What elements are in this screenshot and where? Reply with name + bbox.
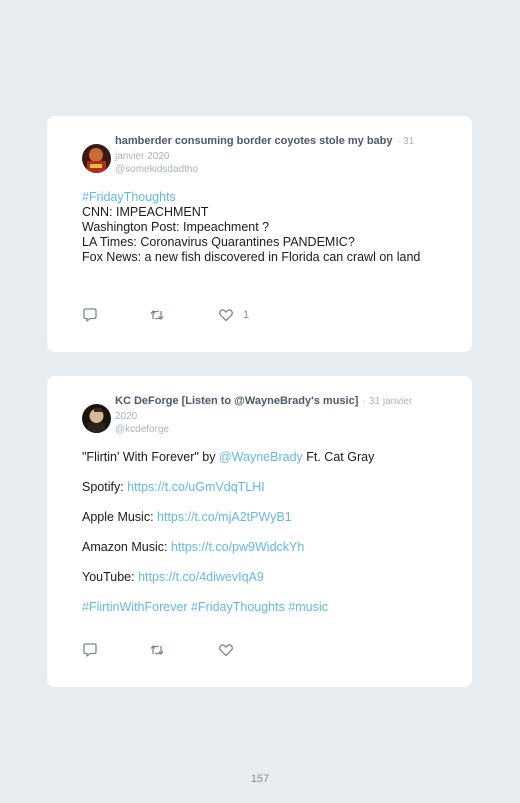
tweet-header: KC DeForge [Listen to @WayneBrady's musi… — [115, 393, 435, 436]
retweet-button[interactable] — [149, 307, 165, 323]
hashtag-links[interactable]: #FlirtinWithForever #FridayThoughts #mus… — [82, 600, 427, 615]
song-title: "Flirtin' With Forever" by — [82, 450, 219, 464]
tweet-text: #FridayThoughts CNN: IMPEACHMENT Washing… — [82, 190, 427, 265]
tweet-actions: 1 — [82, 307, 282, 323]
author-name[interactable]: KC DeForge [Listen to @WayneBrady's musi… — [115, 395, 358, 407]
mention-link[interactable]: @WayneBrady — [219, 450, 303, 464]
reply-icon — [83, 308, 97, 322]
author-handle[interactable]: @somekidsdadtho — [115, 163, 435, 176]
author-name[interactable]: hamberder consuming border coyotes stole… — [115, 135, 393, 147]
youtube-label: YouTube: — [82, 570, 139, 584]
tweet-actions — [82, 642, 282, 658]
tweet-card: KC DeForge [Listen to @WayneBrady's musi… — [47, 376, 472, 687]
apple-music-link[interactable]: https://t.co/mjA2tPWyB1 — [157, 510, 292, 524]
author-handle[interactable]: @kcdeforge — [115, 423, 435, 436]
youtube-link[interactable]: https://t.co/4diwevIqA9 — [138, 570, 264, 584]
reply-button[interactable] — [82, 642, 98, 658]
tweet-text: "Flirtin' With Forever" by @WayneBrady F… — [82, 450, 427, 630]
like-button[interactable] — [218, 642, 243, 658]
spotify-label: Spotify: — [82, 480, 128, 494]
tweet-line: CNN: IMPEACHMENT — [82, 205, 209, 219]
song-line: "Flirtin' With Forever" by @WayneBrady F… — [82, 450, 427, 465]
amazon-music-line: Amazon Music: https://t.co/pw9WidckYh — [82, 540, 427, 555]
hashtag-link[interactable]: #FridayThoughts — [82, 190, 427, 205]
avatar[interactable] — [82, 144, 111, 173]
like-button[interactable]: 1 — [218, 307, 249, 323]
retweet-button[interactable] — [149, 642, 165, 658]
spotify-link[interactable]: https://t.co/uGmVdqTLHI — [127, 480, 265, 494]
like-icon — [219, 309, 233, 322]
song-featuring: Ft. Cat Gray — [302, 450, 375, 464]
tweet-line: Fox News: a new fish discovered in Flori… — [82, 250, 421, 264]
page-number: 157 — [250, 773, 270, 785]
avatar[interactable] — [82, 404, 111, 433]
reply-button[interactable] — [82, 307, 98, 323]
retweet-icon — [150, 309, 164, 321]
retweet-icon — [150, 644, 164, 656]
like-icon — [219, 644, 233, 657]
tweet-header: hamberder consuming border coyotes stole… — [115, 133, 435, 176]
amazon-music-link[interactable]: https://t.co/pw9WidckYh — [171, 540, 304, 554]
reply-icon — [83, 643, 97, 657]
apple-music-line: Apple Music: https://t.co/mjA2tPWyB1 — [82, 510, 427, 525]
tweet-line: LA Times: Coronavirus Quarantines PANDEM… — [82, 235, 355, 249]
tweet-line: Washington Post: Impeachment ? — [82, 220, 270, 234]
amazon-music-label: Amazon Music: — [82, 540, 171, 554]
apple-music-label: Apple Music: — [82, 510, 158, 524]
youtube-line: YouTube: https://t.co/4diwevIqA9 — [82, 570, 427, 585]
spotify-line: Spotify: https://t.co/uGmVdqTLHI — [82, 480, 427, 495]
tweet-card: hamberder consuming border coyotes stole… — [47, 116, 472, 352]
like-count: 1 — [243, 309, 250, 321]
